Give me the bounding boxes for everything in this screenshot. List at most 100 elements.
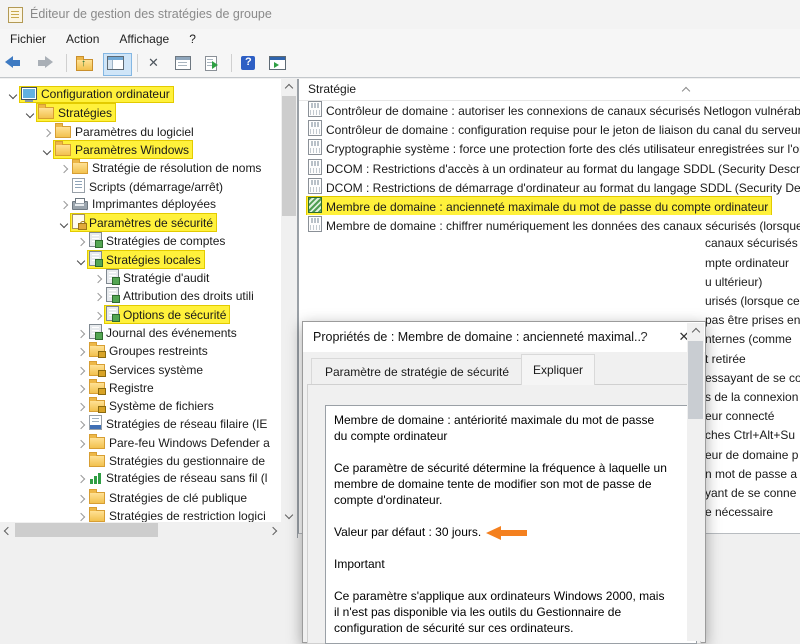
list-item[interactable]: DCOM : Restrictions d'accès à un ordinat… bbox=[299, 158, 800, 177]
expander-collapsed-icon[interactable] bbox=[74, 397, 87, 415]
menu-item-2[interactable]: Affichage bbox=[109, 29, 179, 49]
tree-item[interactable]: Configuration ordinateur bbox=[0, 85, 281, 103]
tree-item[interactable]: Paramètres Windows bbox=[0, 140, 281, 158]
tree-item[interactable]: Options de sécurité bbox=[0, 305, 281, 323]
list-item[interactable]: Membre de domaine : chiffrer numériqueme… bbox=[299, 215, 800, 234]
list-item[interactable]: nternes (comme bbox=[705, 330, 792, 349]
list-column-header[interactable]: Stratégie bbox=[299, 79, 800, 101]
tree-item[interactable]: Journal des événements bbox=[0, 323, 281, 341]
menu-item-0[interactable]: Fichier bbox=[0, 29, 56, 49]
scroll-down-icon[interactable] bbox=[281, 506, 297, 522]
forward-button[interactable] bbox=[32, 53, 61, 76]
list-item[interactable]: s de la connexion bbox=[705, 388, 798, 407]
expander-collapsed-icon[interactable] bbox=[57, 195, 70, 213]
tree-item[interactable]: Stratégies de réseau sans fil (l bbox=[0, 469, 281, 487]
tree-item[interactable]: Système de fichiers bbox=[0, 396, 281, 414]
explanation-text-area[interactable]: Membre de domaine : antériorité maximale… bbox=[325, 405, 697, 644]
tree-item[interactable]: Stratégies bbox=[0, 103, 281, 121]
tree-item[interactable]: Paramètres de sécurité bbox=[0, 213, 281, 231]
list-item[interactable]: ches Ctrl+Alt+Su bbox=[705, 426, 795, 445]
tree-item[interactable]: Attribution des droits utili bbox=[0, 286, 281, 304]
tree-item[interactable]: Stratégies de restriction logici bbox=[0, 506, 281, 522]
tree-item[interactable]: Stratégies de clé publique bbox=[0, 488, 281, 506]
expander-collapsed-icon[interactable] bbox=[91, 269, 104, 287]
scroll-up-icon[interactable] bbox=[281, 79, 297, 95]
tree-item[interactable]: Stratégie de résolution de noms bbox=[0, 158, 281, 176]
scroll-right-icon[interactable] bbox=[265, 522, 281, 538]
delete-button[interactable] bbox=[143, 53, 169, 76]
properties-button[interactable] bbox=[171, 53, 199, 76]
list-item[interactable]: Membre de domaine : ancienneté maximale … bbox=[299, 196, 800, 215]
expander-collapsed-icon[interactable] bbox=[91, 287, 104, 305]
list-item[interactable]: Contrôleur de domaine : autoriser les co… bbox=[299, 100, 800, 119]
menu-item-1[interactable]: Action bbox=[56, 29, 109, 49]
tree-vertical-scrollbar[interactable] bbox=[281, 79, 297, 522]
tree-item[interactable]: Stratégies du gestionnaire de bbox=[0, 451, 281, 469]
expander-expanded-icon[interactable] bbox=[6, 85, 19, 103]
scroll-left-icon[interactable] bbox=[0, 522, 16, 538]
list-item[interactable]: urisés (lorsque cel bbox=[705, 292, 800, 311]
new-window-button[interactable] bbox=[265, 53, 294, 76]
column-header-strategie[interactable]: Stratégie bbox=[308, 82, 356, 96]
expander-collapsed-icon[interactable] bbox=[91, 306, 104, 324]
expander-collapsed-icon[interactable] bbox=[74, 507, 87, 522]
expander-expanded-icon[interactable] bbox=[57, 214, 70, 232]
tab-security-policy-setting[interactable]: Paramètre de stratégie de sécurité bbox=[311, 358, 523, 385]
expander-expanded-icon[interactable] bbox=[74, 251, 87, 269]
tree-item[interactable]: Stratégie d'audit bbox=[0, 268, 281, 286]
expander-collapsed-icon[interactable] bbox=[74, 489, 87, 507]
scroll-up-icon[interactable] bbox=[687, 323, 704, 339]
tree-item[interactable]: Paramètres du logiciel bbox=[0, 122, 281, 140]
tree-item[interactable]: Services système bbox=[0, 360, 281, 378]
tree-horizontal-scrollbar[interactable] bbox=[0, 522, 281, 538]
expander-collapsed-icon[interactable] bbox=[74, 232, 87, 250]
expander-collapsed-icon[interactable] bbox=[40, 123, 53, 141]
tree-item[interactable]: Registre bbox=[0, 378, 281, 396]
list-item[interactable]: essayant de se co bbox=[705, 369, 800, 388]
expander-collapsed-icon[interactable] bbox=[74, 434, 87, 452]
dialog-help-button[interactable]: ? bbox=[635, 329, 653, 344]
console-tree-toggle[interactable] bbox=[103, 53, 132, 76]
list-item[interactable]: yant de se conne bbox=[705, 484, 796, 503]
tree-item[interactable]: Imprimantes déployées bbox=[0, 195, 281, 213]
up-level-button[interactable] bbox=[72, 53, 101, 76]
list-item[interactable]: e nécessaire bbox=[705, 503, 773, 522]
list-item[interactable]: mpte ordinateur bbox=[705, 254, 789, 273]
list-item[interactable]: n mot de passe a bbox=[705, 465, 797, 484]
dialog-titlebar[interactable]: Propriétés de : Membre de domaine : anci… bbox=[303, 322, 705, 352]
tree-item[interactable]: Stratégies de réseau filaire (IE bbox=[0, 414, 281, 432]
expander-collapsed-icon[interactable] bbox=[74, 342, 87, 360]
tree-item[interactable]: Stratégies locales bbox=[0, 250, 281, 268]
list-item[interactable]: t retirée bbox=[705, 350, 746, 369]
scrollbar-thumb[interactable] bbox=[688, 341, 703, 419]
back-button[interactable] bbox=[1, 53, 30, 76]
window-titlebar[interactable]: Éditeur de gestion des stratégies de gro… bbox=[0, 0, 800, 29]
expander-collapsed-icon[interactable] bbox=[74, 324, 87, 342]
export-list-button[interactable] bbox=[201, 53, 226, 76]
list-item[interactable]: u ultérieur) bbox=[705, 273, 762, 292]
list-item[interactable]: Cryptographie système : force une protec… bbox=[299, 138, 800, 157]
expander-collapsed-icon[interactable] bbox=[74, 469, 87, 487]
tree-item[interactable]: Groupes restreints bbox=[0, 341, 281, 359]
expander-expanded-icon[interactable] bbox=[40, 141, 53, 159]
list-item[interactable]: DCOM : Restrictions de démarrage d'ordin… bbox=[299, 177, 800, 196]
tree-item[interactable]: Stratégies de comptes bbox=[0, 231, 281, 249]
menu-item-3[interactable]: ? bbox=[179, 29, 206, 49]
expander-collapsed-icon[interactable] bbox=[74, 379, 87, 397]
scrollbar-thumb[interactable] bbox=[15, 523, 158, 537]
expander-collapsed-icon[interactable] bbox=[74, 415, 87, 433]
help-button[interactable] bbox=[237, 53, 263, 76]
expander-collapsed-icon[interactable] bbox=[74, 361, 87, 379]
dialog-text-scrollbar[interactable] bbox=[687, 323, 704, 641]
scrollbar-thumb[interactable] bbox=[282, 96, 296, 216]
list-item[interactable]: eur connecté bbox=[705, 407, 774, 426]
list-item[interactable]: pas être prises en bbox=[705, 311, 800, 330]
tree-item[interactable]: Pare-feu Windows Defender a bbox=[0, 433, 281, 451]
tab-explain[interactable]: Expliquer bbox=[521, 354, 595, 385]
expander-collapsed-icon[interactable] bbox=[57, 159, 70, 177]
list-item[interactable]: canaux sécurisés ( bbox=[705, 234, 800, 253]
list-item[interactable]: Contrôleur de domaine : configuration re… bbox=[299, 119, 800, 138]
tree-item[interactable]: Scripts (démarrage/arrêt) bbox=[0, 177, 281, 195]
expander-expanded-icon[interactable] bbox=[23, 104, 36, 122]
list-item[interactable]: eur de domaine p bbox=[705, 446, 798, 465]
